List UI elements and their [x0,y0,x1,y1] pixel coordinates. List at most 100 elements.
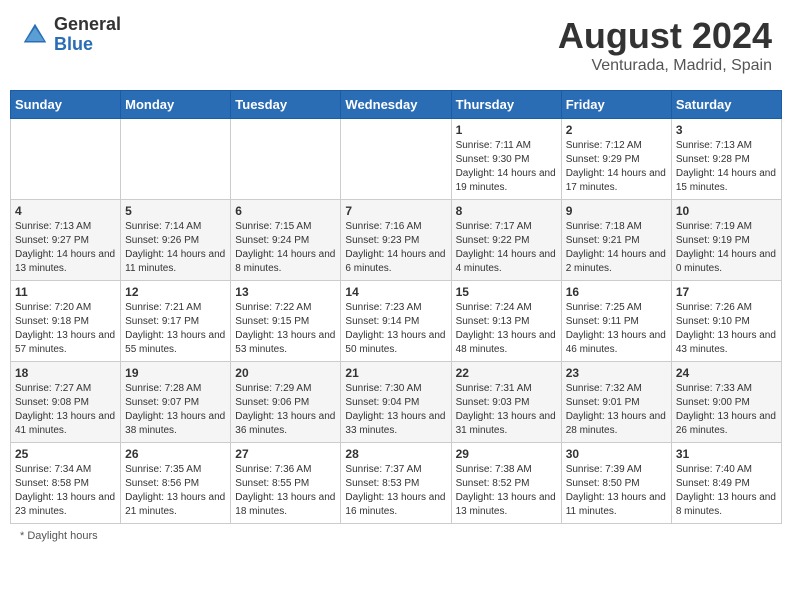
day-cell: 28Sunrise: 7:37 AM Sunset: 8:53 PM Dayli… [341,443,451,524]
day-of-week-header: Thursday [451,91,561,119]
day-info: Sunrise: 7:29 AM Sunset: 9:06 PM Dayligh… [235,382,336,438]
day-cell: 19 Sunrise: 7:28 AM Sunset: 9:07 PM Dayli… [121,362,231,443]
day-number: 12 [125,285,226,299]
day-number: 25 [15,447,116,461]
day-cell [341,119,451,200]
day-number: 18 [15,366,116,380]
day-cell: 23 Sunrise: 7:32 AM Sunset: 9:01 PM Dayli… [561,362,671,443]
day-info: Sunrise: 7:36 AM Sunset: 8:55 PM Dayligh… [235,463,336,519]
day-of-week-header: Friday [561,91,671,119]
week-row: 18 Sunrise: 7:27 AM Sunset: 9:08 PM Dayli… [11,362,782,443]
days-of-week-row: SundayMondayTuesdayWednesdayThursdayFrid… [11,91,782,119]
day-number: 5 [125,204,226,218]
week-row: 4 Sunrise: 7:13 AM Sunset: 9:27 PM Daylig… [11,200,782,281]
day-info: Sunrise: 7:37 AM Sunset: 8:53 PM Dayligh… [345,463,446,519]
day-info: Sunrise: 7:14 AM Sunset: 9:26 PM Dayligh… [125,220,226,276]
day-info: Sunrise: 7:34 AM Sunset: 8:58 PM Dayligh… [15,463,116,519]
day-cell: 13 Sunrise: 7:22 AM Sunset: 9:15 PM Dayli… [231,281,341,362]
day-number: 11 [15,285,116,299]
day-info: Sunrise: 7:32 AM Sunset: 9:01 PM Dayligh… [566,382,667,438]
day-info: Sunrise: 7:11 AM Sunset: 9:30 PM Dayligh… [456,139,557,195]
day-cell: 14 Sunrise: 7:23 AM Sunset: 9:14 PM Dayli… [341,281,451,362]
day-info: Sunrise: 7:33 AM Sunset: 9:00 PM Dayligh… [676,382,777,438]
day-info: Sunrise: 7:25 AM Sunset: 9:11 PM Dayligh… [566,301,667,357]
day-cell [11,119,121,200]
day-number: 31 [676,447,777,461]
day-info: Sunrise: 7:13 AM Sunset: 9:27 PM Dayligh… [15,220,116,276]
day-info: Sunrise: 7:18 AM Sunset: 9:21 PM Dayligh… [566,220,667,276]
day-cell: 21Sunrise: 7:30 AM Sunset: 9:04 PM Dayli… [341,362,451,443]
day-info: Sunrise: 7:28 AM Sunset: 9:07 PM Dayligh… [125,382,226,438]
calendar-body: 1Sunrise: 7:11 AM Sunset: 9:30 PM Daylig… [11,119,782,524]
day-number: 27 [235,447,336,461]
day-number: 16 [566,285,667,299]
logo-blue-text: Blue [54,35,121,55]
day-cell: 20 Sunrise: 7:29 AM Sunset: 9:06 PM Dayli… [231,362,341,443]
title-area: August 2024 Venturada, Madrid, Spain [558,15,772,75]
day-info: Sunrise: 7:13 AM Sunset: 9:28 PM Dayligh… [676,139,777,195]
logo-general-text: General [54,15,121,35]
footer-note: * Daylight hours [10,530,782,542]
day-number: 10 [676,204,777,218]
day-cell: 27 Sunrise: 7:36 AM Sunset: 8:55 PM Dayli… [231,443,341,524]
week-row: 1Sunrise: 7:11 AM Sunset: 9:30 PM Daylig… [11,119,782,200]
day-cell: 6Sunrise: 7:15 AM Sunset: 9:24 PM Daylig… [231,200,341,281]
location-title: Venturada, Madrid, Spain [558,57,772,75]
day-number: 13 [235,285,336,299]
day-cell: 29Sunrise: 7:38 AM Sunset: 8:52 PM Dayli… [451,443,561,524]
day-info: Sunrise: 7:38 AM Sunset: 8:52 PM Dayligh… [456,463,557,519]
day-of-week-header: Sunday [11,91,121,119]
day-info: Sunrise: 7:19 AM Sunset: 9:19 PM Dayligh… [676,220,777,276]
day-info: Sunrise: 7:23 AM Sunset: 9:14 PM Dayligh… [345,301,446,357]
day-cell: 4 Sunrise: 7:13 AM Sunset: 9:27 PM Daylig… [11,200,121,281]
day-cell: 15Sunrise: 7:24 AM Sunset: 9:13 PM Dayli… [451,281,561,362]
day-cell: 31 Sunrise: 7:40 AM Sunset: 8:49 PM Dayli… [671,443,781,524]
day-cell: 7Sunrise: 7:16 AM Sunset: 9:23 PM Daylig… [341,200,451,281]
day-cell: 11 Sunrise: 7:20 AM Sunset: 9:18 PM Dayli… [11,281,121,362]
day-of-week-header: Saturday [671,91,781,119]
day-cell: 3 Sunrise: 7:13 AM Sunset: 9:28 PM Daylig… [671,119,781,200]
day-cell: 2 Sunrise: 7:12 AM Sunset: 9:29 PM Daylig… [561,119,671,200]
day-cell: 18 Sunrise: 7:27 AM Sunset: 9:08 PM Dayli… [11,362,121,443]
day-number: 17 [676,285,777,299]
day-cell [231,119,341,200]
day-info: Sunrise: 7:17 AM Sunset: 9:22 PM Dayligh… [456,220,557,276]
day-info: Sunrise: 7:35 AM Sunset: 8:56 PM Dayligh… [125,463,226,519]
day-number: 23 [566,366,667,380]
day-cell: 10 Sunrise: 7:19 AM Sunset: 9:19 PM Dayli… [671,200,781,281]
day-info: Sunrise: 7:26 AM Sunset: 9:10 PM Dayligh… [676,301,777,357]
day-info: Sunrise: 7:12 AM Sunset: 9:29 PM Dayligh… [566,139,667,195]
day-number: 21 [345,366,446,380]
day-cell: 8 Sunrise: 7:17 AM Sunset: 9:22 PM Daylig… [451,200,561,281]
day-info: Sunrise: 7:20 AM Sunset: 9:18 PM Dayligh… [15,301,116,357]
footer-note-text: Daylight hours [27,530,97,542]
day-number: 14 [345,285,446,299]
day-number: 22 [456,366,557,380]
week-row: 25 Sunrise: 7:34 AM Sunset: 8:58 PM Dayli… [11,443,782,524]
day-of-week-header: Wednesday [341,91,451,119]
day-info: Sunrise: 7:24 AM Sunset: 9:13 PM Dayligh… [456,301,557,357]
day-info: Sunrise: 7:22 AM Sunset: 9:15 PM Dayligh… [235,301,336,357]
day-info: Sunrise: 7:16 AM Sunset: 9:23 PM Dayligh… [345,220,446,276]
day-of-week-header: Monday [121,91,231,119]
day-cell: 24Sunrise: 7:33 AM Sunset: 9:00 PM Dayli… [671,362,781,443]
day-cell: 17 Sunrise: 7:26 AM Sunset: 9:10 PM Dayli… [671,281,781,362]
day-number: 19 [125,366,226,380]
month-title: August 2024 [558,15,772,57]
logo-icon [20,20,50,50]
day-cell: 9Sunrise: 7:18 AM Sunset: 9:21 PM Daylig… [561,200,671,281]
day-number: 20 [235,366,336,380]
day-info: Sunrise: 7:27 AM Sunset: 9:08 PM Dayligh… [15,382,116,438]
day-info: Sunrise: 7:40 AM Sunset: 8:49 PM Dayligh… [676,463,777,519]
day-cell: 26 Sunrise: 7:35 AM Sunset: 8:56 PM Dayli… [121,443,231,524]
calendar-header: SundayMondayTuesdayWednesdayThursdayFrid… [11,91,782,119]
day-number: 8 [456,204,557,218]
day-number: 2 [566,123,667,137]
day-of-week-header: Tuesday [231,91,341,119]
day-info: Sunrise: 7:31 AM Sunset: 9:03 PM Dayligh… [456,382,557,438]
day-number: 26 [125,447,226,461]
day-number: 3 [676,123,777,137]
day-cell: 25 Sunrise: 7:34 AM Sunset: 8:58 PM Dayli… [11,443,121,524]
day-number: 4 [15,204,116,218]
day-cell: 16 Sunrise: 7:25 AM Sunset: 9:11 PM Dayli… [561,281,671,362]
